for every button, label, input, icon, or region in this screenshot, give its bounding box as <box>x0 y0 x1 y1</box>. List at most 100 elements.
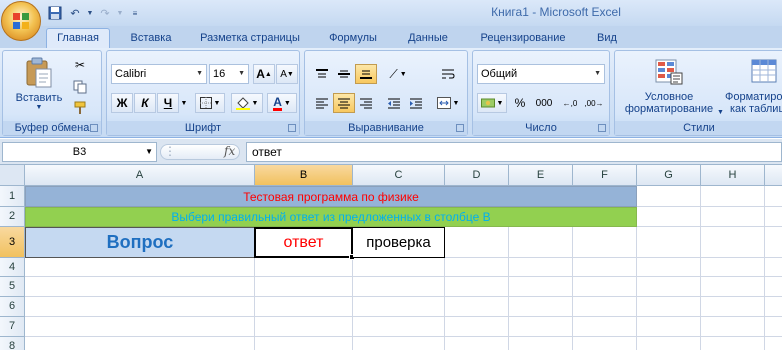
tab-data[interactable]: Данные <box>398 29 458 48</box>
row-header-5[interactable]: 5 <box>0 277 25 297</box>
thousands-button[interactable]: 000 <box>531 93 557 113</box>
decrease-decimal-icon[interactable]: ,00→ <box>583 93 605 113</box>
column-header-f[interactable]: F <box>573 165 637 186</box>
align-middle-icon[interactable] <box>333 64 355 84</box>
increase-font-icon[interactable]: A ▲ <box>253 64 275 84</box>
decrease-font-icon[interactable]: A ▼ <box>276 64 298 84</box>
name-box[interactable]: B3 ▼ <box>2 142 157 162</box>
clipboard-group: Вставить ▼ ✂ Буфер обмена <box>2 50 102 136</box>
styles-group-label: Стили <box>615 121 782 135</box>
align-bottom-icon[interactable] <box>355 64 377 84</box>
paste-label: Вставить <box>15 92 63 104</box>
percent-button[interactable]: % <box>509 93 531 113</box>
column-header-e[interactable]: E <box>509 165 573 186</box>
font-name-combo[interactable]: Calibri ▼ <box>111 64 207 84</box>
cell-row1-title[interactable]: Тестовая программа по физике <box>25 186 637 207</box>
wrap-text-icon[interactable] <box>437 64 459 84</box>
title-bar: ↶ ▼ ↷ ▼ ≡ Книга1 - Microsoft Excel <box>0 0 782 26</box>
insert-function-icon[interactable]: fx <box>224 144 235 158</box>
column-header-b[interactable]: B <box>255 165 353 186</box>
column-header-g[interactable]: G <box>637 165 701 186</box>
merge-center-icon[interactable]: ▼ <box>433 93 463 113</box>
fill-color-icon[interactable]: ▼ <box>231 93 263 113</box>
increase-decimal-icon[interactable]: ←,0 <box>559 93 581 113</box>
cell-a3-question[interactable]: Вопрос <box>25 227 255 258</box>
gridline <box>25 296 782 297</box>
tab-review[interactable]: Рецензирование <box>468 29 578 48</box>
font-color-icon[interactable]: A ▼ <box>267 93 297 113</box>
ribbon: Вставить ▼ ✂ Буфер обмена Calibri ▼ 16 ▼… <box>0 48 782 138</box>
align-right-icon[interactable] <box>355 93 377 113</box>
ribbon-tabs: Главная Вставка Разметка страницы Формул… <box>0 26 782 49</box>
text-orientation-icon[interactable]: ⟋ ▼ <box>383 64 413 84</box>
font-launcher-icon[interactable] <box>288 124 296 132</box>
font-group: Calibri ▼ 16 ▼ A ▲ A ▼ Ж К Ч ▼ ▼ ▼ A ▼ Шриф… <box>106 50 300 136</box>
font-name-value: Calibri <box>115 68 147 80</box>
cell-row2-instruction[interactable]: Выбери правильный ответ из предложенных … <box>25 207 637 227</box>
paste-icon <box>26 57 52 88</box>
font-size-combo[interactable]: 16 ▼ <box>209 64 249 84</box>
row-header-6[interactable]: 6 <box>0 297 25 317</box>
row-header-8[interactable]: 8 <box>0 337 25 350</box>
name-box-value: B3 <box>72 146 87 158</box>
column-header-partial[interactable] <box>765 165 782 186</box>
gridline <box>25 316 782 317</box>
conditional-formatting-icon <box>655 59 683 85</box>
paste-dropdown-icon[interactable]: ▼ <box>36 104 43 111</box>
cell-b3-answer[interactable]: ответ <box>254 227 353 258</box>
window-title: Книга1 - Microsoft Excel <box>491 5 621 19</box>
tab-insert[interactable]: Вставка <box>120 29 182 48</box>
cut-icon[interactable]: ✂ <box>69 55 91 75</box>
number-group-label: Число <box>473 121 609 135</box>
clipboard-launcher-icon[interactable] <box>90 124 98 132</box>
format-painter-icon[interactable] <box>69 98 91 118</box>
conditional-formatting-dropdown-icon[interactable]: ▼ <box>717 109 724 116</box>
bold-button[interactable]: Ж <box>111 93 133 113</box>
formula-input[interactable]: ответ <box>246 142 782 162</box>
copy-icon[interactable] <box>69 77 91 97</box>
conditional-formatting-button[interactable]: Условное форматирование <box>619 55 719 119</box>
borders-icon[interactable]: ▼ <box>195 93 225 113</box>
currency-icon[interactable]: ▼ <box>477 93 507 113</box>
office-button[interactable] <box>1 1 41 41</box>
row-header-3[interactable]: 3 <box>0 227 25 258</box>
align-left-icon[interactable] <box>311 93 333 113</box>
number-format-value: Общий <box>481 68 518 80</box>
paste-button[interactable]: Вставить ▼ <box>9 53 69 115</box>
tab-home[interactable]: Главная <box>46 28 110 49</box>
worksheet-grid[interactable]: A B C D E F G H 1 2 3 4 5 6 7 8 Тестовая… <box>0 165 782 350</box>
alignment-launcher-icon[interactable] <box>456 124 464 132</box>
row-header-1[interactable]: 1 <box>0 186 25 207</box>
font-name-dropdown-icon[interactable]: ▼ <box>196 65 203 83</box>
number-launcher-icon[interactable] <box>598 124 606 132</box>
align-center-icon[interactable] <box>333 93 355 113</box>
cell-c3-check[interactable]: проверка <box>353 227 445 258</box>
increase-indent-icon[interactable] <box>405 93 427 113</box>
name-box-dropdown-icon[interactable]: ▼ <box>145 143 153 161</box>
number-format-dropdown-icon[interactable]: ▼ <box>594 65 601 83</box>
select-all-corner[interactable] <box>0 165 25 186</box>
conditional-formatting-label-1: Условное <box>644 91 694 103</box>
tab-page-layout[interactable]: Разметка страницы <box>190 29 310 48</box>
italic-button[interactable]: К <box>134 93 156 113</box>
number-group: Общий ▼ ▼ % 000 ←,0 ,00→ Число <box>472 50 610 136</box>
row-header-7[interactable]: 7 <box>0 317 25 337</box>
font-size-dropdown-icon[interactable]: ▼ <box>238 65 245 83</box>
underline-button[interactable]: Ч <box>157 93 179 113</box>
row-header-2[interactable]: 2 <box>0 207 25 227</box>
format-as-table-button[interactable]: Форматировать как таблицу <box>725 55 782 119</box>
gridline <box>764 186 765 350</box>
align-top-icon[interactable] <box>311 64 333 84</box>
tab-formulas[interactable]: Формулы <box>320 29 386 48</box>
formula-bar: B3 ▼ ⋮ fx ответ <box>0 139 782 165</box>
column-header-d[interactable]: D <box>445 165 509 186</box>
number-format-combo[interactable]: Общий ▼ <box>477 64 605 84</box>
gridline <box>700 186 701 350</box>
column-header-h[interactable]: H <box>701 165 765 186</box>
tab-view[interactable]: Вид <box>586 29 628 48</box>
column-header-c[interactable]: C <box>353 165 445 186</box>
column-header-a[interactable]: A <box>25 165 255 186</box>
row-header-4[interactable]: 4 <box>0 258 25 277</box>
decrease-indent-icon[interactable] <box>383 93 405 113</box>
underline-dropdown-icon[interactable]: ▼ <box>179 93 189 113</box>
